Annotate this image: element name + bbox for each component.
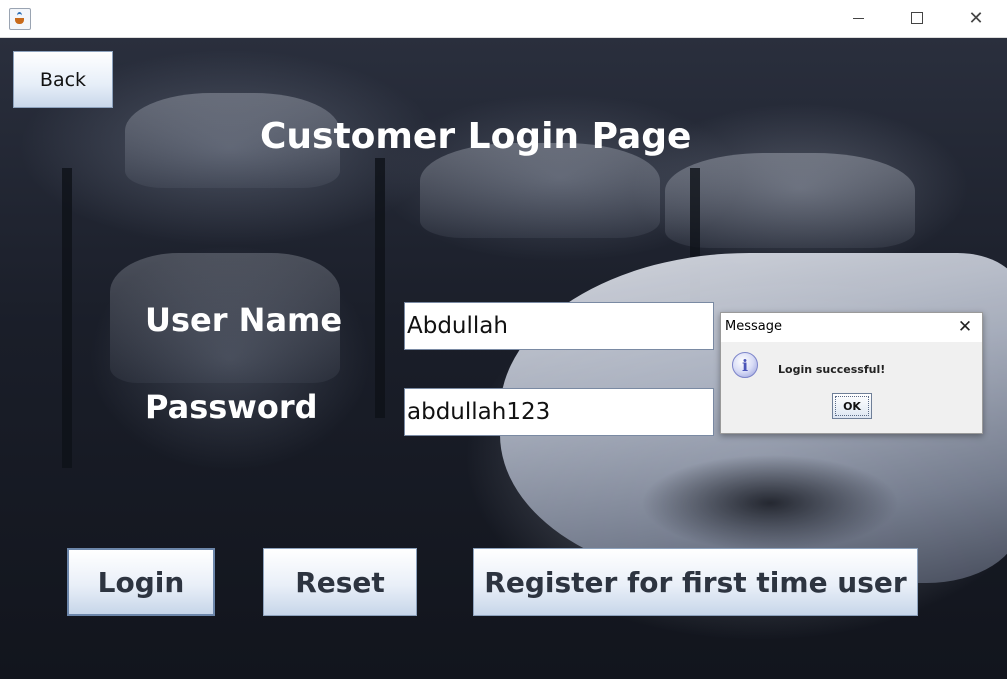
reset-button[interactable]: Reset	[263, 548, 417, 616]
password-label: Password	[145, 388, 318, 426]
minimize-icon	[852, 17, 864, 19]
window-close-button[interactable]: ✕	[953, 0, 999, 36]
page-title: Customer Login Page	[260, 116, 692, 157]
back-button[interactable]: Back	[13, 51, 113, 108]
dialog-close-button[interactable]: ✕	[953, 315, 977, 339]
message-dialog: Message ✕ i Login successful! OK	[720, 312, 983, 434]
ok-button[interactable]: OK	[832, 393, 872, 419]
dialog-message: Login successful!	[778, 363, 886, 376]
maximize-icon	[911, 12, 923, 24]
register-button[interactable]: Register for first time user	[473, 548, 918, 616]
minimize-button[interactable]	[835, 0, 881, 36]
background-lift-post	[375, 158, 385, 418]
java-cup-icon[interactable]	[9, 8, 31, 30]
dialog-title: Message	[725, 319, 782, 334]
window-titlebar: ✕	[0, 0, 1007, 38]
username-label: User Name	[145, 301, 343, 339]
background-lift-post	[62, 168, 72, 468]
login-panel: Back Customer Login Page User Name Passw…	[0, 38, 1007, 679]
info-icon: i	[732, 352, 758, 378]
background-car-image	[665, 153, 915, 248]
username-field[interactable]	[404, 302, 714, 350]
dialog-titlebar: Message ✕	[721, 313, 982, 342]
password-field[interactable]	[404, 388, 714, 436]
login-button[interactable]: Login	[67, 548, 215, 616]
close-icon: ✕	[968, 7, 984, 29]
maximize-button[interactable]	[894, 0, 940, 36]
